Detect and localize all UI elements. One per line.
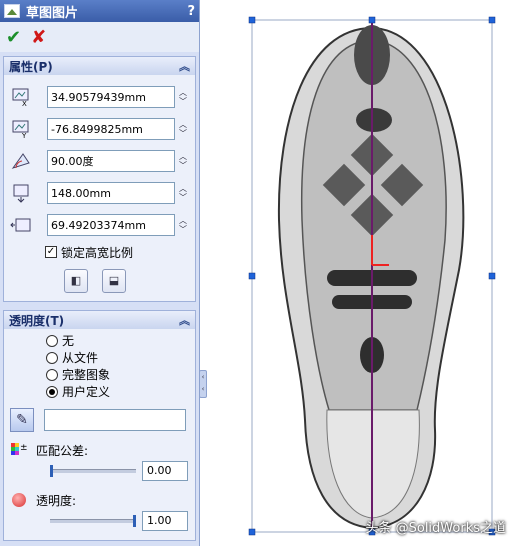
x-position-icon: X xyxy=(10,87,32,108)
eyedropper-icon[interactable]: ✎ xyxy=(10,408,34,432)
height-icon xyxy=(10,183,32,203)
angle-icon xyxy=(10,151,32,171)
radio-button[interactable] xyxy=(46,351,58,364)
panel-collapse-grip[interactable]: ‹ ‹ xyxy=(199,370,207,398)
transparency-section: 透明度(T) ︽ 无 从文件 完整图象 用户定义 ✎ ± 匹配公差: 0.00 … xyxy=(3,310,196,541)
front-pad xyxy=(356,108,392,132)
lock-ratio-checkbox[interactable]: ✓ xyxy=(45,246,57,258)
radio-label: 从文件 xyxy=(62,351,99,365)
cancel-button[interactable]: ✘ xyxy=(31,27,46,48)
height-row: ︿﹀ xyxy=(10,177,189,209)
opacity-slider[interactable] xyxy=(50,515,136,527)
ok-button[interactable]: ✔ xyxy=(6,27,21,48)
height-spinner[interactable]: ︿ ﹀ xyxy=(179,184,189,202)
opacity-label: 透明度: xyxy=(36,493,77,508)
height-input[interactable] xyxy=(47,182,175,204)
flip-horizontal-button[interactable]: ◧ xyxy=(64,269,88,293)
x-position-input[interactable] xyxy=(47,86,175,108)
y-position-input[interactable] xyxy=(47,118,175,140)
radio-from-file[interactable]: 从文件 xyxy=(46,349,189,366)
transparency-icon xyxy=(12,493,26,507)
properties-header-label: 属性(P) xyxy=(9,59,53,74)
sketch-picture-icon xyxy=(4,4,20,18)
match-tolerance-slider-row: 0.00 xyxy=(10,460,189,482)
svg-text:X: X xyxy=(22,100,27,107)
sketch-picture xyxy=(248,16,496,536)
width-input[interactable] xyxy=(47,214,175,236)
radio-label: 无 xyxy=(62,334,75,348)
match-tolerance-slider[interactable] xyxy=(50,465,136,477)
color-swatch-box[interactable] xyxy=(44,409,186,431)
properties-section: 属性(P) ︽ X ︿﹀ Y ︿﹀ xyxy=(3,56,196,302)
x-position-row: X ︿﹀ xyxy=(10,81,189,113)
match-tolerance-label-row: ± 匹配公差: xyxy=(10,440,189,460)
y-position-row: Y ︿﹀ xyxy=(10,113,189,145)
y-position-icon: Y xyxy=(10,119,32,140)
panel-title: 草图图片 xyxy=(26,5,79,21)
opacity-slider-row: 1.00 xyxy=(10,510,189,532)
lock-ratio-label: 锁定高宽比例 xyxy=(61,245,134,260)
transparency-header[interactable]: 透明度(T) ︽ xyxy=(4,311,195,329)
lock-ratio-row[interactable]: ✓ 锁定高宽比例 xyxy=(45,241,189,263)
radio-label: 完整图象 xyxy=(62,368,111,382)
radio-button[interactable] xyxy=(46,368,58,381)
watermark-text: 头条 @SolidWorks之道 xyxy=(365,521,506,536)
angle-spinner[interactable]: ︿ ﹀ xyxy=(179,152,189,170)
flip-buttons: ◧ ⬓ xyxy=(64,269,189,293)
collapse-icon[interactable]: ︽ xyxy=(179,58,190,74)
svg-text:±: ± xyxy=(20,443,28,453)
transparency-header-label: 透明度(T) xyxy=(9,313,65,328)
collapse-icon[interactable]: ︽ xyxy=(179,312,190,328)
radio-button[interactable] xyxy=(46,334,58,347)
action-bar: ✔ ✘ xyxy=(0,22,199,52)
title-bar: 草图图片 ? xyxy=(0,0,199,22)
match-tolerance-thumb[interactable] xyxy=(50,465,53,477)
radio-user-defined[interactable]: 用户定义 xyxy=(46,383,189,400)
flip-vertical-button[interactable]: ⬓ xyxy=(102,269,126,293)
x-position-spinner[interactable]: ︿ ﹀ xyxy=(179,88,189,106)
radio-full-image[interactable]: 完整图象 xyxy=(46,366,189,383)
match-tolerance-label: 匹配公差: xyxy=(36,443,89,458)
help-icon[interactable]: ? xyxy=(187,4,195,19)
angle-input[interactable] xyxy=(47,150,175,172)
palette-icon: ± xyxy=(10,442,28,458)
graphics-area[interactable]: 头条 @SolidWorks之道 xyxy=(207,0,516,546)
radio-label: 用户定义 xyxy=(62,385,111,399)
radio-none[interactable]: 无 xyxy=(46,332,189,349)
y-position-spinner[interactable]: ︿ ﹀ xyxy=(179,120,189,138)
svg-text:Y: Y xyxy=(21,132,27,139)
width-icon xyxy=(10,215,32,235)
opacity-thumb[interactable] xyxy=(133,515,136,527)
width-row: ︿﹀ xyxy=(10,209,189,241)
property-manager: 草图图片 ? ✔ ✘ 属性(P) ︽ X ︿﹀ Y ︿﹀ xyxy=(0,0,200,546)
color-picker-row: ✎ xyxy=(10,408,189,432)
properties-header[interactable]: 属性(P) ︽ xyxy=(4,57,195,75)
angle-row: ︿﹀ xyxy=(10,145,189,177)
width-spinner[interactable]: ︿ ﹀ xyxy=(179,216,189,234)
opacity-value[interactable]: 1.00 xyxy=(142,511,188,531)
radio-button-selected[interactable] xyxy=(46,385,58,398)
opacity-label-row: 透明度: xyxy=(10,490,189,510)
match-tolerance-value[interactable]: 0.00 xyxy=(142,461,188,481)
